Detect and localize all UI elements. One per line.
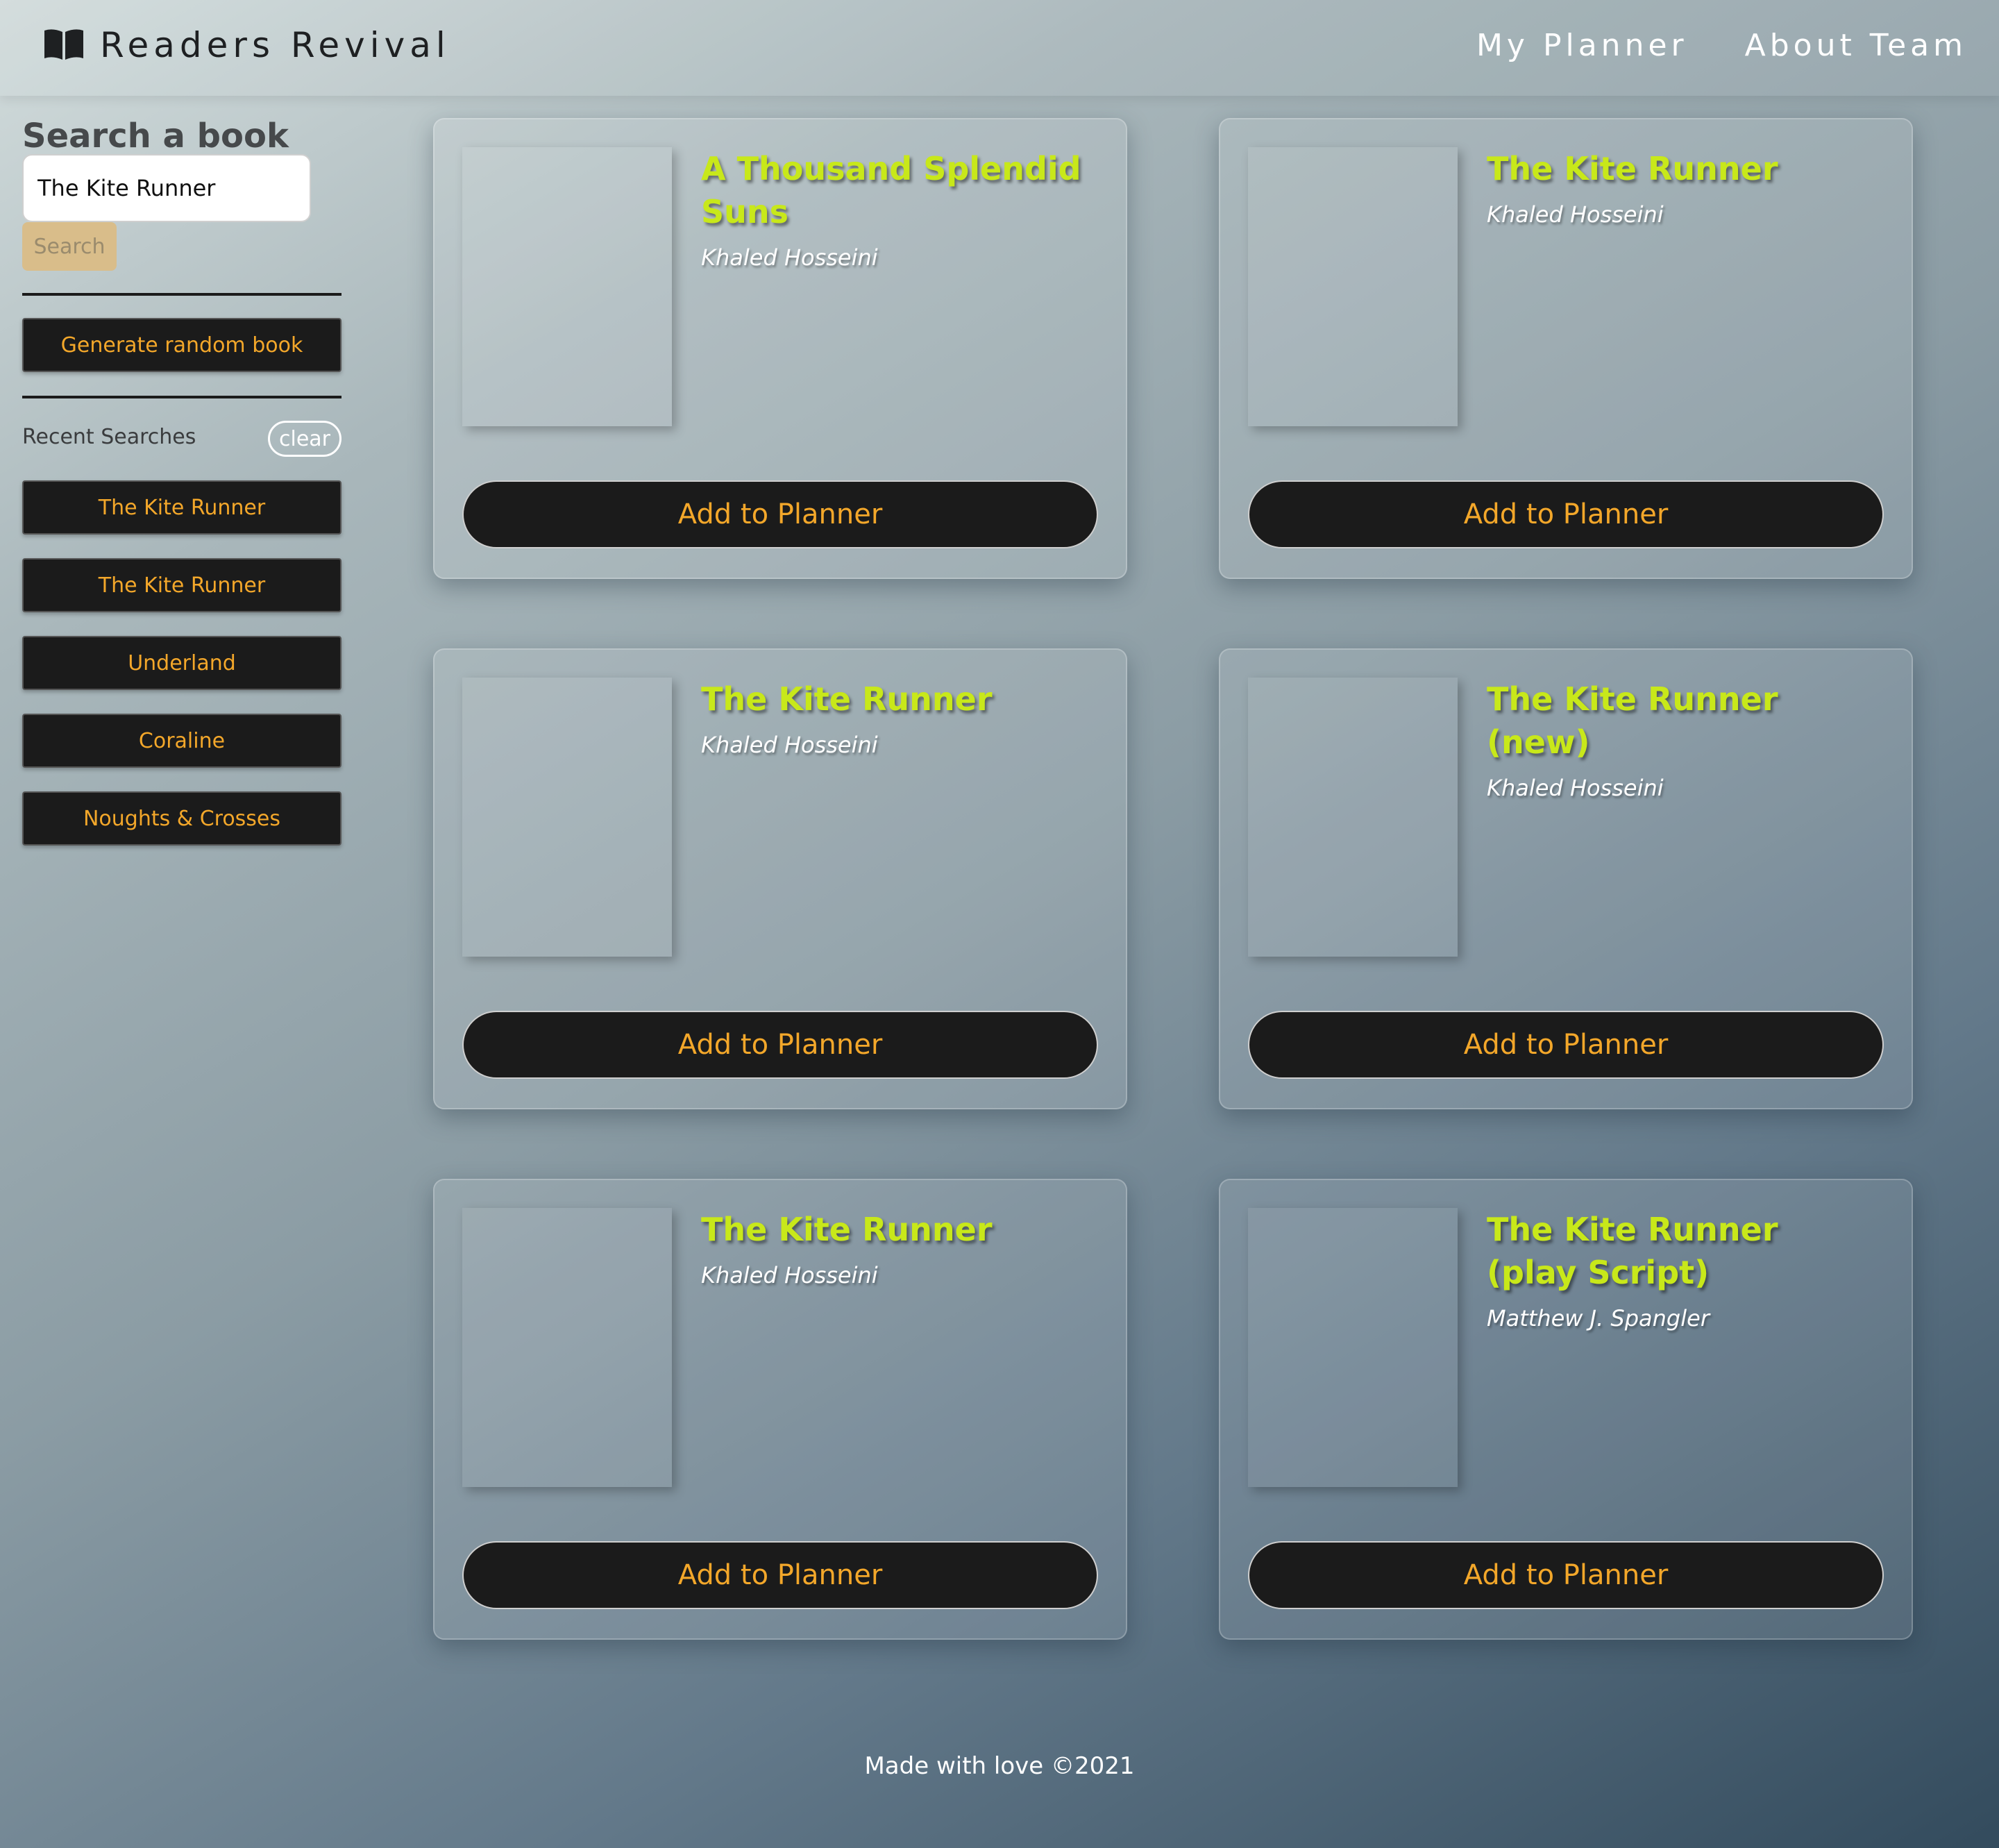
book-author: Khaled Hosseini bbox=[701, 244, 878, 271]
book-title: The Kite Runner bbox=[701, 1211, 993, 1248]
generate-random-book-button[interactable]: Generate random book bbox=[22, 318, 341, 372]
divider bbox=[22, 293, 341, 296]
add-to-planner-button[interactable]: Add to Planner bbox=[462, 1541, 1098, 1609]
recent-search-item[interactable]: Coraline bbox=[22, 714, 341, 768]
book-card: A Thousand Splendid Suns Khaled Hosseini… bbox=[433, 118, 1127, 579]
search-button[interactable]: Search bbox=[22, 222, 117, 271]
search-input[interactable] bbox=[22, 154, 311, 222]
book-card: The Kite Runner Khaled Hosseini Add to P… bbox=[1219, 118, 1913, 579]
recent-search-item[interactable]: Noughts & Crosses bbox=[22, 791, 341, 846]
book-card: The Kite Runner (new) Khaled Hosseini Ad… bbox=[1219, 648, 1913, 1109]
book-cover bbox=[1248, 1208, 1458, 1487]
book-author: Khaled Hosseini bbox=[1487, 201, 1664, 228]
add-to-planner-button[interactable]: Add to Planner bbox=[1248, 1011, 1884, 1079]
nav-about-team[interactable]: About Team bbox=[1745, 28, 1967, 63]
add-to-planner-button[interactable]: Add to Planner bbox=[1248, 1541, 1884, 1609]
book-card: The Kite Runner Khaled Hosseini Add to P… bbox=[433, 648, 1127, 1109]
book-title: The Kite Runner bbox=[1487, 150, 1778, 187]
recent-search-item[interactable]: Underland bbox=[22, 636, 341, 690]
sidebar: Search a book Search Generate random boo… bbox=[22, 111, 341, 846]
book-cover bbox=[462, 147, 672, 426]
add-to-planner-button[interactable]: Add to Planner bbox=[462, 480, 1098, 548]
book-card: The Kite Runner (play Script) Matthew J.… bbox=[1219, 1179, 1913, 1640]
book-author: Khaled Hosseini bbox=[701, 1262, 878, 1288]
book-title: The Kite Runner (play Script) bbox=[1487, 1211, 1778, 1291]
book-cover bbox=[462, 1208, 672, 1487]
recent-search-item[interactable]: The Kite Runner bbox=[22, 480, 341, 535]
book-cover bbox=[1248, 678, 1458, 957]
book-title: A Thousand Splendid Suns bbox=[701, 150, 1081, 230]
book-card: The Kite Runner Khaled Hosseini Add to P… bbox=[433, 1179, 1127, 1640]
footer-text: Made with love ©2021 bbox=[864, 1752, 1135, 1780]
book-author: Khaled Hosseini bbox=[701, 732, 878, 758]
book-title: The Kite Runner (new) bbox=[1487, 680, 1778, 761]
main-nav: My Planner About Team bbox=[1419, 28, 1967, 63]
book-open-icon bbox=[43, 26, 85, 65]
book-title: The Kite Runner bbox=[701, 680, 993, 718]
book-cover bbox=[1248, 147, 1458, 426]
book-author: Matthew J. Spangler bbox=[1487, 1305, 1710, 1332]
top-navbar: Readers Revival My Planner About Team bbox=[0, 0, 1999, 96]
add-to-planner-button[interactable]: Add to Planner bbox=[1248, 480, 1884, 548]
nav-my-planner[interactable]: My Planner bbox=[1476, 28, 1688, 63]
recent-searches-label: Recent Searches bbox=[22, 425, 196, 449]
app-title: Readers Revival bbox=[100, 25, 450, 65]
divider bbox=[22, 396, 341, 398]
recent-search-item[interactable]: The Kite Runner bbox=[22, 558, 341, 612]
add-to-planner-button[interactable]: Add to Planner bbox=[462, 1011, 1098, 1079]
book-cover bbox=[462, 678, 672, 957]
clear-recent-button[interactable]: clear bbox=[268, 421, 341, 457]
book-author: Khaled Hosseini bbox=[1487, 775, 1664, 801]
brand[interactable]: Readers Revival bbox=[43, 25, 450, 65]
